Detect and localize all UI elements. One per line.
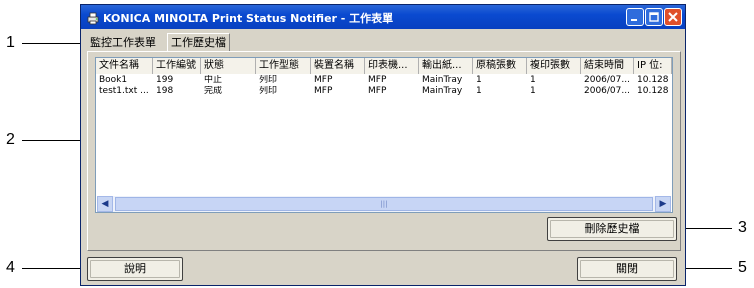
callout-4: 4 [6, 259, 15, 276]
callout-4-line [22, 268, 86, 269]
delete-history-button[interactable]: 刪除歷史檔 [547, 217, 677, 241]
scroll-thumb[interactable]: ||| [115, 197, 653, 211]
table-cell: Book1 [99, 75, 128, 85]
table-cell: 列印 [259, 86, 278, 96]
scroll-right-icon[interactable]: ▶ [655, 196, 671, 212]
close-icon[interactable] [664, 8, 682, 26]
job-history-list[interactable]: 文件名稱 工作編號 狀態 工作型態 裝置名稱 印表機... 輸出紙... 原稿張… [95, 57, 673, 213]
table-cell: MFP [368, 86, 387, 96]
table-cell: 中止 [204, 75, 223, 85]
table-cell: 199 [156, 75, 174, 85]
tab-job-history[interactable]: 工作歷史檔 [167, 33, 230, 52]
table-cell: MFP [314, 75, 333, 85]
printer-app-icon [86, 10, 100, 25]
table-cell: MFP [314, 86, 333, 96]
table-cell: MainTray [422, 75, 463, 85]
title-bar[interactable]: KONICA MINOLTA Print Status Notifier - 工… [81, 5, 685, 29]
callout-2-line [22, 140, 86, 141]
table-cell: MainTray [422, 86, 463, 96]
column-header-end-time[interactable]: 結束時間 [581, 58, 634, 74]
callout-3: 3 [738, 219, 747, 236]
scroll-left-icon[interactable]: ◀ [97, 196, 113, 212]
column-header-job-number[interactable]: 工作編號 [153, 58, 201, 74]
list-header: 文件名稱 工作編號 狀態 工作型態 裝置名稱 印表機... 輸出紙... 原稿張… [96, 58, 672, 74]
table-cell: 1 [530, 75, 536, 85]
column-header-printer[interactable]: 印表機... [365, 58, 419, 74]
callout-2: 2 [6, 131, 15, 148]
table-cell: 1 [476, 86, 482, 96]
table-cell: 1 [476, 75, 482, 85]
table-cell: 10.128 [637, 75, 669, 85]
window-title: KONICA MINOLTA Print Status Notifier - 工… [103, 12, 394, 25]
print-status-notifier-window: KONICA MINOLTA Print Status Notifier - 工… [80, 4, 686, 286]
column-header-status[interactable]: 狀態 [201, 58, 256, 74]
horizontal-scrollbar[interactable]: ◀ ||| ▶ [97, 196, 671, 212]
tab-monitor-jobs[interactable]: 監控工作表單 [90, 35, 156, 51]
table-cell: 列印 [259, 75, 278, 85]
table-cell: 10.128 [637, 86, 669, 96]
column-header-copy-count[interactable]: 複印張數 [527, 58, 581, 74]
column-header-job-type[interactable]: 工作型態 [256, 58, 311, 74]
table-cell: MFP [368, 75, 387, 85]
table-cell: 完成 [204, 86, 223, 96]
table-row[interactable]: test1.txt ... 198 完成 列印 MFP MFP MainTray… [96, 86, 672, 97]
table-cell: 2006/07... [584, 75, 630, 85]
table-cell: 2006/07... [584, 86, 630, 96]
help-label: 說明 [124, 262, 146, 275]
callout-1: 1 [6, 34, 15, 51]
table-cell: 1 [530, 86, 536, 96]
column-header-output-tray[interactable]: 輸出紙... [419, 58, 473, 74]
close-button[interactable]: 關閉 [577, 257, 677, 281]
callout-5: 5 [738, 259, 747, 276]
callout-1-line [22, 43, 86, 44]
table-cell: test1.txt ... [99, 86, 149, 96]
minimize-icon[interactable] [626, 8, 644, 26]
help-button[interactable]: 說明 [87, 257, 183, 281]
close-label: 關閉 [616, 262, 638, 275]
table-row[interactable]: Book1 199 中止 列印 MFP MFP MainTray 1 1 200… [96, 75, 672, 86]
column-header-ip-address[interactable]: IP 位: [634, 58, 672, 74]
column-header-document-name[interactable]: 文件名稱 [96, 58, 153, 74]
column-header-device-name[interactable]: 裝置名稱 [311, 58, 365, 74]
maximize-icon[interactable] [645, 8, 663, 26]
table-cell: 198 [156, 86, 174, 96]
column-header-original-count[interactable]: 原稿張數 [473, 58, 527, 74]
delete-history-label: 刪除歷史檔 [584, 222, 640, 235]
